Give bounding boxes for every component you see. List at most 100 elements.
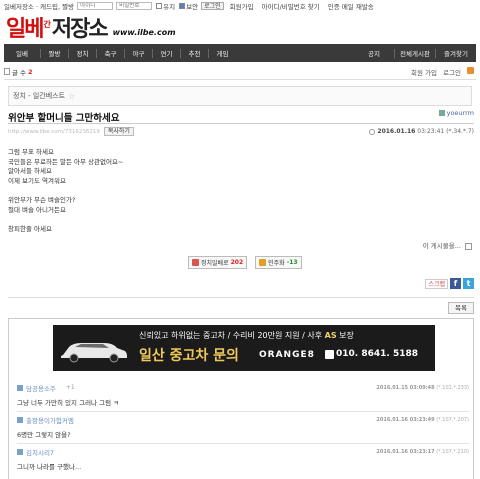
- copy-url-button[interactable]: 복사하기: [103, 127, 134, 136]
- post-body: 그럼 무표 하세요 국민들은 무료하든 말든 아무 상관없어요~ 알아서들 하세…: [8, 148, 123, 234]
- nav-item-politics[interactable]: 정치: [69, 48, 96, 58]
- site-logo[interactable]: 일베 간 저장소 www.ilbe.com: [6, 14, 176, 40]
- comment-meta: 2016.01.16 03:23:49 (*.107.*.207): [376, 416, 469, 423]
- signup-link[interactable]: 회원가입: [230, 3, 254, 11]
- downvote-button[interactable]: 민주화 -13: [255, 256, 302, 269]
- user-icon: [17, 384, 23, 391]
- nav-item-recommend[interactable]: 추천: [181, 48, 208, 58]
- car-image: [61, 343, 127, 363]
- id-input[interactable]: [77, 1, 114, 10]
- post-date-value: 2016.01.16: [377, 128, 416, 135]
- clock-icon: [369, 128, 376, 135]
- body-line: 알아서들 하세요: [8, 167, 52, 176]
- board-signup-link[interactable]: 회원 가입: [411, 67, 437, 77]
- body-line: [8, 186, 123, 196]
- logo-url: www.ilbe.com: [112, 28, 176, 37]
- user-icon: [17, 448, 23, 455]
- nav-item-baseball[interactable]: 야구: [125, 48, 152, 58]
- board-name[interactable]: 정치 - 일간베스트: [13, 91, 65, 101]
- nav-item-soccer[interactable]: 축구: [97, 48, 124, 58]
- comment-item: 김치시리7 2016.01.16 03:23:17 (*.107.*.210) …: [17, 447, 469, 471]
- keep-login-checkbox[interactable]: [156, 2, 163, 9]
- board-subbar: 글 수 2 회원 가입 로그인: [4, 64, 476, 80]
- scrap-button[interactable]: 스크랩: [425, 278, 448, 289]
- password-input[interactable]: [116, 1, 153, 10]
- author-name: yoeurrm: [446, 109, 474, 117]
- comment-author[interactable]: 담공용소주: [26, 383, 56, 393]
- comments-section: 신뢰있고 하위없는 중고차 / 수리비 20만원 지원 / 사후 AS 보장 일…: [8, 318, 474, 479]
- post-more-menu[interactable]: 이 게시물을...: [423, 240, 472, 250]
- upvote-button[interactable]: 정치일베로 202: [188, 256, 248, 269]
- twitter-icon[interactable]: t: [463, 278, 474, 289]
- list-button[interactable]: 목록: [448, 302, 474, 314]
- post-count: 2: [28, 67, 33, 76]
- nav-item-all-boards[interactable]: 전체게시판: [395, 48, 435, 58]
- nav-item-ilbe[interactable]: 일베: [4, 48, 40, 58]
- resend-mail-link[interactable]: 인증 메일 재발송: [328, 3, 374, 11]
- facebook-icon[interactable]: f: [450, 278, 461, 289]
- secure-login-checkbox[interactable]: [179, 2, 186, 9]
- downvote-count: -13: [286, 259, 298, 266]
- comment-author[interactable]: 출항용이가험커엠: [26, 415, 74, 425]
- site-links[interactable]: 일베저장소 · 캐드립, 짤방: [4, 1, 74, 11]
- comment-item: 담공용소주 +1 2016.01.15 03:09:48 (*.101.*.23…: [17, 383, 469, 412]
- body-line: [8, 215, 123, 225]
- user-icon: [17, 416, 23, 423]
- post-url[interactable]: http://www.ilbe.com/7316236219: [8, 129, 100, 135]
- divider: [17, 411, 469, 412]
- upvote-count: 202: [230, 259, 244, 266]
- nav-item-favorites[interactable]: 즐겨찾기: [436, 48, 476, 58]
- ad-line-1: 신뢰있고 하위없는 중고차 / 수리비 20만원 지원 / 사후 AS 보장: [139, 331, 354, 340]
- more-link[interactable]: 이 게시물을...: [423, 242, 461, 250]
- divider: [8, 123, 474, 124]
- ad-brand: ORANGE8: [259, 350, 315, 360]
- ad-phone: 010. 8641. 5188: [325, 349, 418, 359]
- find-account-link[interactable]: 아이디/비밀번호 찾기: [262, 3, 320, 11]
- ad-line-2: 일산 중고차 문의: [139, 348, 239, 364]
- nav-item-game[interactable]: 게임: [209, 48, 236, 58]
- rss-icon[interactable]: [467, 66, 474, 74]
- upvote-label: 정치일베로: [201, 260, 229, 267]
- board-login-link[interactable]: 로그인: [443, 67, 461, 77]
- nav-item-entertainment[interactable]: 연기: [153, 48, 180, 58]
- post-time-value: 03:23:41 (*.34.*.7): [417, 128, 474, 135]
- more-icon[interactable]: [465, 242, 472, 250]
- nav-item-notice[interactable]: 공지: [354, 48, 394, 58]
- thumbs-down-icon: [259, 259, 267, 266]
- divider: [17, 443, 469, 444]
- post-date: 2016.01.16 03:23:41 (*.34.*.7): [369, 128, 474, 135]
- main-nav: 일베 짤방 정치 축구 야구 연기 추천 게임 공지 전체게시판 즐겨찾기: [4, 44, 476, 62]
- login-button[interactable]: 로그인: [201, 1, 224, 10]
- user-icon: [438, 110, 445, 116]
- top-bar: 일베저장소 · 캐드립, 짤방 유지 보안 로그인 회원가입 아이디/비밀번호 …: [0, 0, 480, 11]
- keep-login-label: 유지: [163, 2, 176, 11]
- body-line: 그럼 무표 하세요: [8, 148, 54, 156]
- vote-area: 정치일베로 202 민주화 -13: [188, 256, 302, 269]
- secure-login-label: 보안: [186, 2, 199, 11]
- comment-item: 출항용이가험커엠 2016.01.16 03:23:49 (*.107.*.20…: [17, 415, 469, 444]
- nav-item-jjalbang[interactable]: 짤방: [41, 48, 68, 58]
- comment-text: 6명만 그렇지 않을?: [17, 431, 71, 439]
- body-line: 절대 벼슬 아니거든요: [8, 205, 66, 214]
- doc-icon: [4, 68, 10, 75]
- thumbs-up-icon: [192, 259, 199, 266]
- logo-part-3: 저장소: [51, 16, 109, 42]
- phone-icon: [325, 349, 334, 359]
- comment-score: +1: [65, 384, 75, 391]
- body-line: 위안부가 무슨 벼슬인가?: [8, 195, 76, 204]
- body-line: 국민들은 무료하든 말든 아무 상관없어요~: [8, 157, 124, 166]
- post-title: 위안부 할머니들 그만하세요: [8, 113, 120, 124]
- body-line: 이제 보기도 역겨워요: [8, 176, 66, 185]
- breadcrumb: 정치 - 일간베스트 ☆: [8, 86, 472, 106]
- comment-meta: 2016.01.15 03:09:48 (*.101.*.233): [376, 384, 469, 391]
- comment-meta: 2016.01.16 03:23:17 (*.107.*.210): [376, 448, 469, 455]
- comment-text: 그냥 너두 가만히 있지 그러나 그럼 ㅋ: [17, 399, 120, 407]
- comment-text: 그니까 나라를 구했나...: [17, 463, 82, 471]
- post-author[interactable]: yoeurrm: [438, 109, 474, 117]
- ad-banner[interactable]: 신뢰있고 하위없는 중고차 / 수리비 20만원 지원 / 사후 AS 보장 일…: [53, 325, 435, 371]
- body-line: 창피한줄 아세요: [8, 224, 52, 233]
- comment-author[interactable]: 김치시리7: [26, 447, 54, 457]
- logo-part-2: 간: [43, 19, 51, 29]
- share-area: 스크랩 f t: [425, 278, 474, 289]
- favorite-star-icon[interactable]: ☆: [68, 92, 75, 101]
